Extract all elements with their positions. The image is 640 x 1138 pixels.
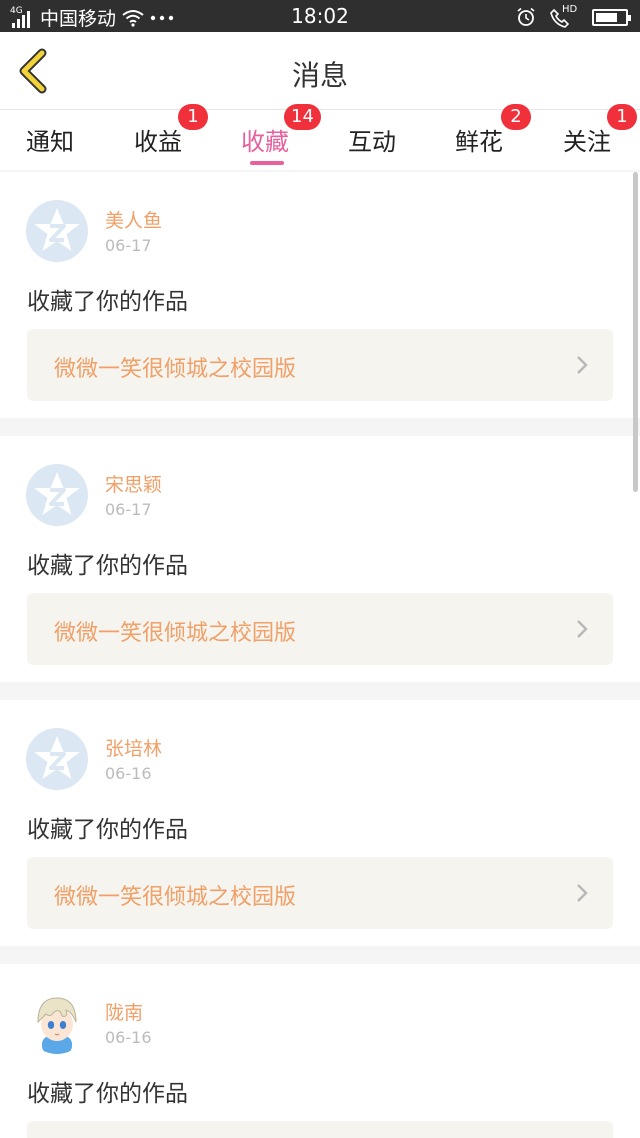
- tab-label: 收益: [134, 128, 182, 156]
- page-title: 消息: [291, 59, 348, 92]
- work-link[interactable]: 微微一笑很倾城之校园版: [27, 329, 613, 401]
- user-name[interactable]: 陇南: [105, 998, 143, 1025]
- unread-badge: 1: [178, 104, 208, 130]
- message-date: 06-16: [105, 764, 152, 783]
- work-title: 微微一笑很倾城之校园版: [54, 885, 297, 910]
- battery-icon: [592, 8, 631, 26]
- work-link[interactable]: [27, 1121, 613, 1138]
- chevron-right-icon: [577, 356, 588, 374]
- alarm-icon: [517, 7, 535, 26]
- tab-follows[interactable]: 关注 1: [563, 104, 637, 170]
- hd-call-icon: HD: [550, 4, 578, 28]
- work-title: 微微一笑很倾城之校园版: [54, 357, 297, 382]
- status-bar: 4G 中国移动 18:02 HD: [0, 0, 640, 32]
- qq-default-avatar-icon: [34, 736, 80, 779]
- work-title: 微微一笑很倾城之校园版: [54, 621, 297, 646]
- user-avatar[interactable]: [26, 992, 88, 1054]
- tab-label: 鲜花: [455, 128, 503, 156]
- user-avatar[interactable]: [26, 728, 88, 790]
- user-avatar[interactable]: [26, 464, 88, 526]
- tab-label: 通知: [26, 128, 74, 156]
- tab-flowers[interactable]: 鲜花 2: [455, 104, 531, 170]
- hd-label: HD: [562, 4, 578, 15]
- tab-notifications[interactable]: 通知: [26, 110, 78, 170]
- message-text: 收藏了你的作品: [27, 817, 188, 843]
- message-card: 陇南 06-16 收藏了你的作品: [0, 964, 640, 1138]
- unread-badge: 14: [284, 104, 321, 130]
- message-date: 06-16: [105, 1028, 152, 1047]
- message-text: 收藏了你的作品: [27, 289, 188, 315]
- unread-badge: 2: [501, 104, 531, 130]
- user-avatar[interactable]: [26, 200, 88, 262]
- chevron-right-icon: [577, 620, 588, 638]
- tab-label: 收藏: [241, 128, 289, 156]
- tab-favorites[interactable]: 收藏 14: [241, 104, 321, 170]
- message-text: 收藏了你的作品: [27, 1081, 188, 1107]
- tab-bar: 通知 收益 1 收藏 14 互动 鲜花 2 关注 1: [0, 104, 640, 170]
- work-link[interactable]: 微微一笑很倾城之校园版: [27, 593, 613, 665]
- chevron-right-icon: [577, 884, 588, 902]
- message-text: 收藏了你的作品: [27, 553, 188, 579]
- unread-badge: 1: [607, 104, 637, 130]
- anime-boy-avatar-icon: [37, 997, 77, 1054]
- tab-label: 关注: [563, 128, 611, 156]
- qq-default-avatar-icon: [34, 472, 80, 515]
- message-card: 美人鱼 06-17 收藏了你的作品 微微一笑很倾城之校园版: [0, 172, 640, 418]
- tab-interactions[interactable]: 互动: [348, 110, 400, 170]
- nav-bar: 消息: [0, 32, 640, 110]
- message-card: 宋思颖 06-17 收藏了你的作品 微微一笑很倾城之校园版: [0, 436, 640, 682]
- scrollbar[interactable]: [633, 172, 638, 492]
- active-tab-indicator: [250, 161, 284, 165]
- user-name[interactable]: 宋思颖: [105, 470, 162, 497]
- user-name[interactable]: 张培林: [105, 734, 162, 761]
- message-date: 06-17: [105, 500, 152, 519]
- user-name[interactable]: 美人鱼: [105, 206, 162, 233]
- message-date: 06-17: [105, 236, 152, 255]
- message-card: 张培林 06-16 收藏了你的作品 微微一笑很倾城之校园版: [0, 700, 640, 946]
- status-right: HD: [516, 4, 631, 28]
- qq-default-avatar-icon: [34, 208, 80, 251]
- battery-fill: [596, 12, 617, 22]
- work-link[interactable]: 微微一笑很倾城之校园版: [27, 857, 613, 929]
- tab-earnings[interactable]: 收益 1: [134, 104, 208, 170]
- tab-label: 互动: [348, 128, 396, 156]
